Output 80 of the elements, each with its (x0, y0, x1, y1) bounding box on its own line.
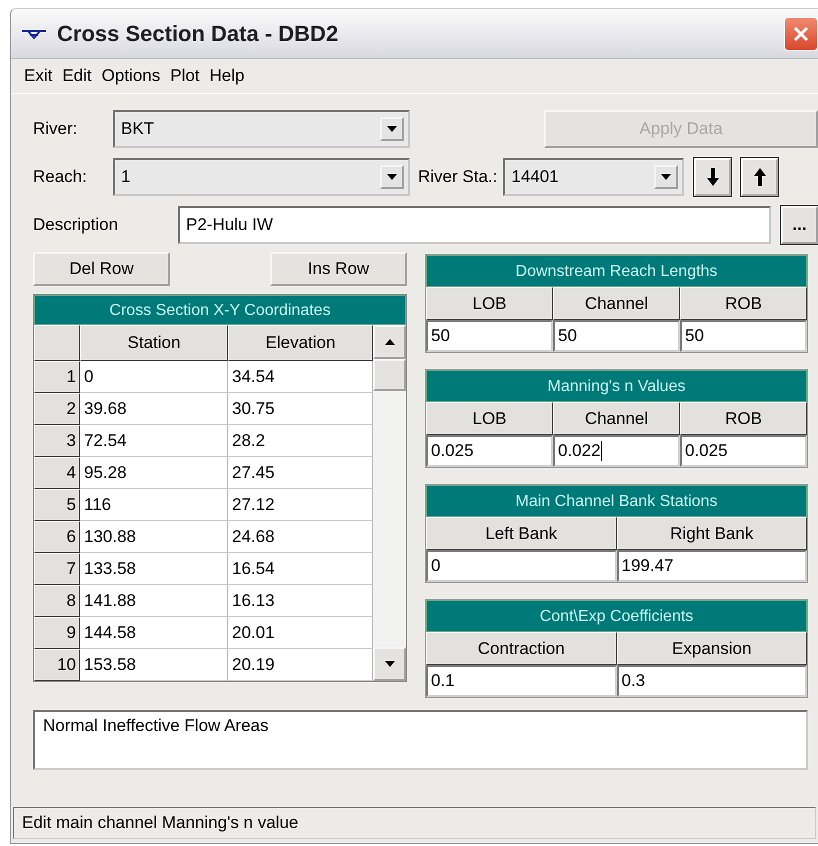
column-header: Left Bank (426, 517, 616, 550)
input-field[interactable]: 0.025 (680, 435, 807, 467)
input-field[interactable]: 0.022 (553, 435, 680, 467)
row-number: 2 (34, 393, 80, 425)
reach-dropdown[interactable]: 1 (113, 158, 410, 196)
table-cell: 72.54 (80, 425, 228, 457)
table-cell: 95.28 (80, 457, 228, 489)
row-number: 3 (34, 425, 80, 457)
input-field[interactable]: 0 (426, 550, 616, 582)
column-header: LOB (426, 287, 553, 320)
water-surface-icon (21, 28, 47, 40)
scroll-up-icon (384, 339, 394, 345)
row-number: 7 (34, 553, 80, 585)
header-corner (34, 325, 80, 361)
column-header: Expansion (616, 632, 807, 665)
river-station-label: River Sta.: (418, 167, 498, 187)
down-arrow-icon (706, 168, 719, 186)
table-cell: 130.88 (80, 521, 228, 553)
table-title: Cross Section X-Y Coordinates (34, 295, 406, 325)
column-header: Contraction (426, 632, 616, 665)
row-number: 1 (34, 361, 80, 393)
row-number: 5 (34, 489, 80, 521)
table-cell: 144.58 (80, 617, 228, 649)
window-title: Cross Section Data - DBD2 (57, 20, 340, 46)
input-field[interactable]: 50 (553, 320, 680, 352)
insert-row-button[interactable]: Ins Row (270, 252, 407, 286)
row-number: 6 (34, 521, 80, 553)
description-label: Description (33, 215, 120, 235)
panel-title: Downstream Reach Lengths (426, 255, 807, 287)
row-number: 9 (34, 617, 80, 649)
table-cell: 141.88 (80, 585, 228, 617)
table-cell: 0 (80, 361, 228, 393)
input-field[interactable]: 199.47 (616, 550, 807, 582)
river-station-dropdown[interactable]: 14401 (503, 158, 684, 196)
input-field[interactable]: 50 (680, 320, 807, 352)
input-field[interactable]: 0.1 (426, 665, 616, 697)
column-header: ROB (680, 402, 807, 435)
column-header: Channel (553, 402, 680, 435)
caret-icon (661, 174, 672, 180)
scroll-thumb[interactable] (373, 359, 406, 391)
caret-icon (387, 126, 397, 132)
caret-icon (387, 174, 397, 180)
delete-row-button[interactable]: Del Row (33, 252, 170, 286)
panel-title: Main Channel Bank Stations (426, 485, 807, 517)
description-field[interactable]: P2-Hulu IW (178, 206, 771, 244)
more-button[interactable]: ... (781, 206, 818, 244)
menu-item[interactable]: Help (204, 66, 250, 86)
table-cell: 39.68 (80, 393, 228, 425)
river-dropdown[interactable]: BKT (113, 110, 410, 148)
column-header: Channel (553, 287, 680, 320)
reach-label: Reach: (33, 167, 88, 187)
column-header: Right Bank (616, 517, 807, 550)
next-up-button[interactable] (741, 158, 778, 196)
river-label: River: (33, 119, 78, 139)
menu-item[interactable]: Options (96, 66, 166, 86)
column-header: LOB (426, 402, 553, 435)
input-field[interactable]: 0.3 (616, 665, 807, 697)
input-field[interactable]: 50 (426, 320, 553, 352)
menu-item[interactable]: Exit (19, 66, 58, 86)
menu-item[interactable]: Edit (57, 66, 97, 86)
notes-field[interactable]: Normal Ineffective Flow Areas (33, 710, 808, 770)
column-header: Station (80, 325, 228, 361)
column-header: Elevation (228, 325, 373, 361)
up-arrow-icon (754, 168, 766, 186)
row-number: 8 (34, 585, 80, 617)
close-button[interactable] (784, 16, 818, 50)
menu-item[interactable]: Plot (165, 66, 205, 86)
next-down-button[interactable] (694, 158, 732, 196)
panel-title: Cont\Exp Coefficients (426, 600, 807, 632)
panel-title: Manning's n Values (426, 370, 807, 402)
input-field[interactable]: 0.025 (426, 435, 553, 467)
table-cell: 116 (80, 489, 228, 521)
status-bar: Edit main channel Manning's n value (13, 807, 816, 839)
scrollbar[interactable] (373, 325, 406, 681)
scroll-down-icon (384, 661, 394, 667)
row-number: 10 (34, 649, 80, 681)
table-cell: 133.58 (80, 553, 228, 585)
column-header: ROB (680, 287, 807, 320)
row-number: 4 (34, 457, 80, 489)
table-cell: 153.58 (80, 649, 228, 681)
